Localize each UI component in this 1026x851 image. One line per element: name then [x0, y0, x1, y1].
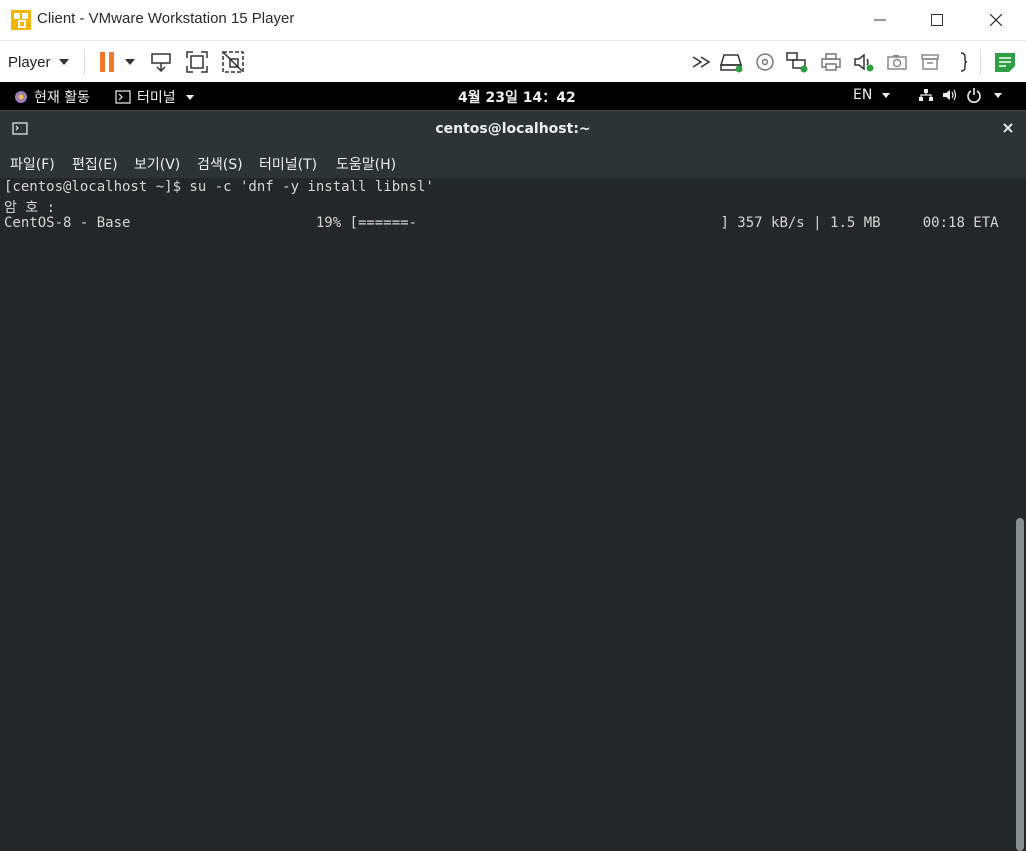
camera-icon [887, 55, 907, 70]
activities-icon [15, 91, 27, 103]
volume-icon [943, 89, 957, 101]
menu-search[interactable]: 검색(S) [197, 154, 243, 174]
terminal-menu-bar: 파일(F) 편집(E) 보기(V) 검색(S) 터미널(T) 도움말(H) [0, 146, 1026, 178]
chevron-down-icon [882, 92, 891, 98]
system-menu[interactable] [918, 87, 1002, 103]
menu-terminal[interactable]: 터미널(T) [259, 154, 317, 174]
close-icon: × [1001, 118, 1015, 137]
network-adapter-icon [786, 52, 808, 73]
menu-edit[interactable]: 편집(E) [72, 154, 118, 174]
camera-button[interactable] [884, 49, 910, 75]
menu-file[interactable]: 파일(F) [10, 154, 55, 174]
chevron-down-icon [994, 92, 1002, 98]
toolbar-divider [84, 49, 85, 75]
more-devices-button[interactable] [951, 49, 977, 75]
unity-button[interactable] [220, 49, 246, 75]
terminal-title: centos@localhost:~ [435, 121, 591, 137]
more-icon [960, 52, 968, 72]
toolbar-divider [980, 49, 981, 75]
printer-button[interactable] [818, 49, 844, 75]
full-screen-icon [186, 51, 208, 73]
cd-dvd-button[interactable] [752, 49, 778, 75]
minimize-button[interactable] [857, 6, 903, 34]
terminal-line: 암 호 : [4, 200, 56, 216]
terminal-app-label: 터미널 [137, 90, 176, 106]
terminal-header-bar: centos@localhost:~ × [0, 110, 1026, 147]
send-ctrl-alt-del-icon [151, 53, 171, 73]
terminal-output[interactable]: [centos@localhost ~]$ su -c 'dnf -y inst… [0, 178, 1026, 851]
network-adapter-button[interactable] [784, 49, 810, 75]
input-language-label: EN [853, 87, 873, 103]
vmware-toolbar: Player [0, 40, 1026, 83]
terminal-app-menu[interactable]: 터미널 [115, 87, 194, 107]
terminal-scrollbar[interactable] [1016, 518, 1024, 851]
message-log-button[interactable] [992, 49, 1018, 75]
message-log-icon [995, 53, 1015, 72]
menu-view[interactable]: 보기(V) [134, 154, 180, 174]
close-icon [990, 14, 1002, 26]
maximize-icon [931, 14, 943, 26]
hard-disk-button[interactable] [719, 49, 745, 75]
menu-help[interactable]: 도움말(H) [336, 154, 396, 174]
printer-icon [821, 53, 841, 71]
hard-disk-icon [720, 54, 743, 73]
terminal-app-icon [115, 90, 131, 104]
maximize-button[interactable] [914, 6, 960, 34]
power-icon [967, 88, 981, 103]
pause-button[interactable] [94, 49, 120, 75]
forward-button[interactable] [689, 49, 715, 75]
minimize-icon [874, 19, 886, 21]
chevron-down-icon [58, 59, 69, 65]
window-title-bar: Client - VMware Workstation 15 Player [0, 0, 1026, 40]
unity-icon [222, 51, 244, 73]
sound-card-icon [854, 53, 874, 72]
vmware-logo-icon [11, 10, 31, 30]
dropdown-caret-icon [125, 59, 135, 65]
terminal-close-button[interactable]: × [998, 118, 1018, 138]
close-button[interactable] [973, 6, 1019, 34]
chevron-down-icon [185, 94, 194, 100]
gnome-top-bar: 현재 활동 터미널 4월 23일 14：42 EN [0, 82, 1026, 110]
usb-icon [921, 54, 939, 70]
input-language-menu[interactable]: EN [853, 87, 891, 103]
cd-dvd-icon [756, 53, 774, 71]
forward-icon [692, 56, 711, 68]
player-menu-label: Player [8, 53, 51, 71]
clock[interactable]: 4월 23일 14：42 [458, 87, 576, 107]
sound-card-button[interactable] [851, 49, 877, 75]
player-menu-button[interactable]: Player [8, 49, 69, 75]
send-ctrl-alt-del-button[interactable] [148, 49, 174, 75]
window-title: Client - VMware Workstation 15 Player [37, 10, 295, 27]
network-icon [919, 89, 933, 101]
pause-icon [100, 52, 114, 72]
clock-label: 4월 23일 14：42 [458, 90, 576, 106]
usb-button[interactable] [917, 49, 943, 75]
activities-label: 현재 활동 [34, 90, 90, 106]
full-screen-button[interactable] [184, 49, 210, 75]
pause-options-button[interactable] [119, 49, 141, 75]
terminal-line: CentOS-8 - Base 19% [======- ] 357 kB/s … [4, 215, 999, 231]
terminal-line: [centos@localhost ~]$ su -c 'dnf -y inst… [4, 179, 434, 195]
activities-button[interactable]: 현재 활동 [14, 87, 90, 107]
